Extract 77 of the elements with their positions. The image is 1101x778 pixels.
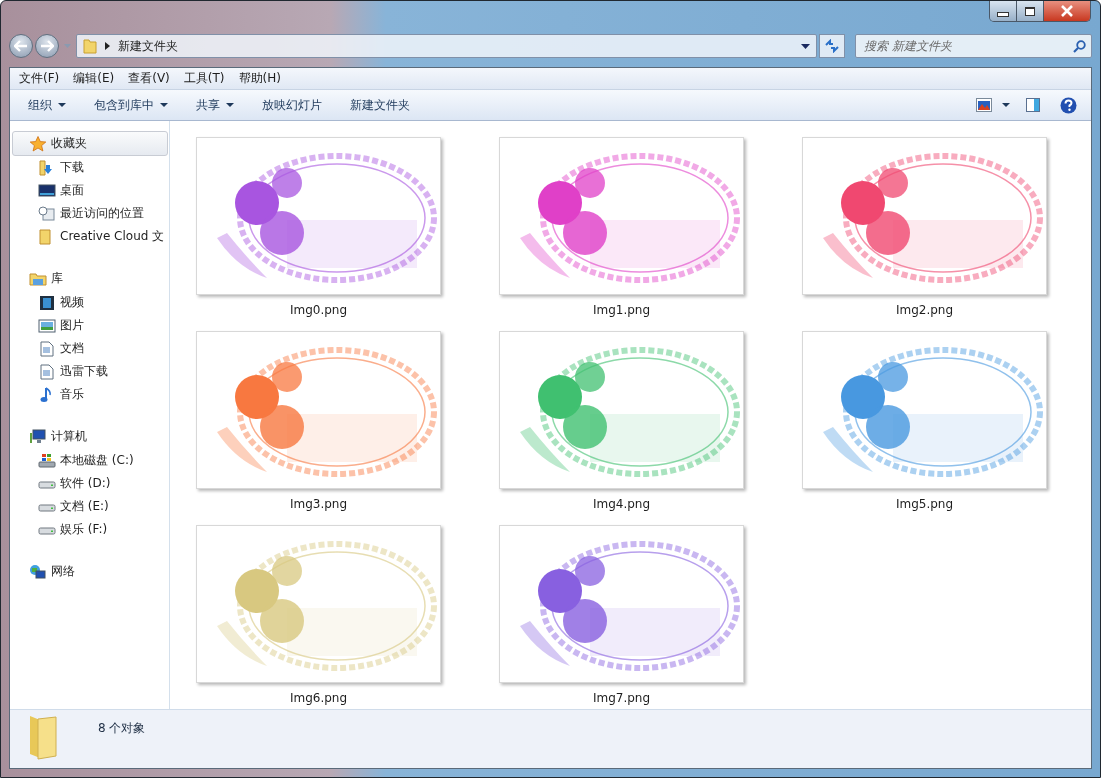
chevron-icon bbox=[105, 42, 110, 50]
star-icon bbox=[29, 135, 47, 152]
refresh-icon bbox=[824, 39, 840, 53]
back-arrow-icon bbox=[14, 40, 28, 52]
image-thumbnail[interactable] bbox=[802, 331, 1047, 489]
sidebar-item[interactable]: 文档 bbox=[12, 337, 169, 360]
preview-pane-icon[interactable] bbox=[1026, 98, 1040, 112]
folder-icon bbox=[28, 714, 60, 760]
search-icon bbox=[1073, 40, 1086, 53]
system-drive-icon bbox=[38, 452, 56, 469]
file-name[interactable]: Img2.png bbox=[895, 303, 954, 317]
folder-icon bbox=[83, 38, 97, 54]
item-count: 8 个对象 bbox=[98, 720, 146, 737]
film-icon bbox=[38, 294, 56, 311]
sidebar-item[interactable]: 网络 bbox=[12, 559, 168, 584]
address-path: 新建文件夹 bbox=[118, 37, 178, 55]
menu-item[interactable]: 文件(F) bbox=[12, 70, 67, 87]
file-name[interactable]: Img4.png bbox=[592, 497, 651, 511]
back-button[interactable] bbox=[9, 34, 33, 58]
sidebar-item[interactable]: 软件 (D:) bbox=[12, 472, 169, 495]
document-icon bbox=[38, 363, 56, 380]
image-thumbnail[interactable] bbox=[499, 525, 744, 683]
image-thumbnail[interactable] bbox=[499, 331, 744, 489]
sidebar-item[interactable]: 音乐 bbox=[12, 383, 169, 406]
file-name[interactable]: Img0.png bbox=[289, 303, 348, 317]
caret-icon[interactable] bbox=[1002, 103, 1010, 107]
view-icon[interactable] bbox=[976, 98, 992, 112]
menu-item[interactable]: 帮助(H) bbox=[231, 70, 288, 87]
search-field[interactable]: 搜索 新建文件夹 bbox=[855, 34, 1092, 58]
sidebar-item[interactable]: 桌面 bbox=[12, 179, 169, 202]
sidebar-item[interactable]: 文档 (E:) bbox=[12, 495, 169, 518]
forward-button[interactable] bbox=[35, 34, 59, 58]
minimize-button[interactable] bbox=[990, 1, 1017, 21]
image-thumbnail[interactable] bbox=[196, 331, 441, 489]
toolbar-button[interactable]: 放映幻灯片 bbox=[252, 92, 332, 118]
image-thumbnail[interactable] bbox=[802, 137, 1047, 295]
image-thumbnail[interactable] bbox=[196, 137, 441, 295]
menu-item[interactable]: 查看(V) bbox=[121, 70, 177, 87]
sidebar-item[interactable]: 最近访问的位置 bbox=[12, 202, 169, 225]
sidebar-item[interactable]: 本地磁盘 (C:) bbox=[12, 449, 169, 472]
close-icon bbox=[1060, 5, 1074, 17]
file-name[interactable]: Img1.png bbox=[592, 303, 651, 317]
image-thumbnail[interactable] bbox=[196, 525, 441, 683]
computer-icon bbox=[29, 428, 47, 445]
file-name[interactable]: Img5.png bbox=[895, 497, 954, 511]
toolbar-button[interactable]: 包含到库中 bbox=[84, 92, 178, 118]
sidebar-item[interactable]: 图片 bbox=[12, 314, 169, 337]
network-icon bbox=[29, 563, 47, 580]
refresh-button[interactable] bbox=[819, 34, 845, 58]
maximize-button[interactable] bbox=[1017, 1, 1044, 21]
toolbar-button[interactable]: 共享 bbox=[186, 92, 244, 118]
file-name[interactable]: Img3.png bbox=[289, 497, 348, 511]
dropdown-icon[interactable] bbox=[801, 43, 810, 49]
address-bar[interactable]: 新建文件夹 bbox=[76, 34, 817, 58]
help-icon[interactable] bbox=[1060, 96, 1077, 114]
sidebar-item[interactable]: 下载 bbox=[12, 156, 169, 179]
sidebar-item[interactable]: 库 bbox=[12, 266, 168, 291]
document-icon bbox=[38, 340, 56, 357]
toolbar-button[interactable]: 新建文件夹 bbox=[340, 92, 420, 118]
toolbar-button[interactable]: 组织 bbox=[18, 92, 76, 118]
close-button[interactable] bbox=[1044, 1, 1090, 21]
sidebar-item[interactable]: 视频 bbox=[12, 291, 169, 314]
forward-arrow-icon bbox=[40, 40, 54, 52]
file-name[interactable]: Img6.png bbox=[289, 691, 348, 705]
file-name[interactable]: Img7.png bbox=[592, 691, 651, 705]
menu-item[interactable]: 编辑(E) bbox=[66, 70, 122, 87]
sidebar-item[interactable]: 收藏夹 bbox=[12, 131, 168, 156]
sidebar-item[interactable]: Creative Cloud 文 bbox=[12, 225, 169, 248]
menu-item[interactable]: 工具(T) bbox=[176, 70, 232, 87]
library-folder-icon bbox=[29, 270, 47, 287]
sidebar-item[interactable]: 计算机 bbox=[12, 424, 168, 449]
desktop-icon bbox=[38, 182, 56, 199]
picture-icon bbox=[38, 317, 56, 334]
image-thumbnail[interactable] bbox=[499, 137, 744, 295]
recent-places-icon bbox=[38, 205, 56, 222]
sidebar-item[interactable]: 娱乐 (F:) bbox=[12, 518, 169, 541]
sidebar-item[interactable]: 迅雷下载 bbox=[12, 360, 169, 383]
